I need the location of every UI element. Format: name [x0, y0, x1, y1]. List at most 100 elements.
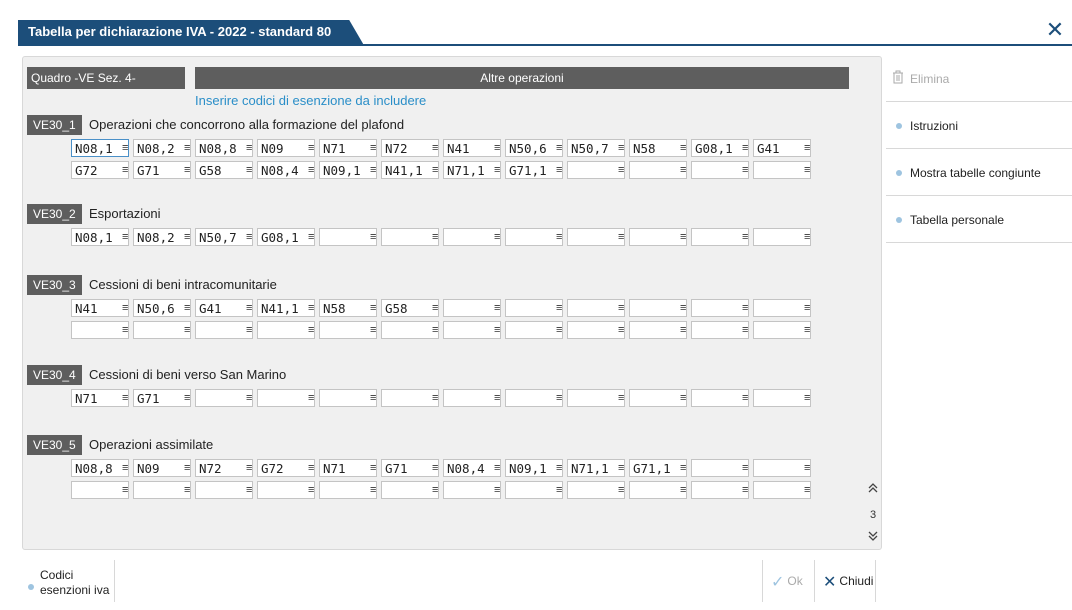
lookup-menu-icon[interactable]: ≡	[432, 321, 438, 339]
lookup-menu-icon[interactable]: ≡	[184, 228, 190, 246]
exemption-code-field[interactable]	[691, 481, 749, 499]
exemption-code-field[interactable]	[443, 299, 501, 317]
lookup-menu-icon[interactable]: ≡	[122, 481, 128, 499]
lookup-menu-icon[interactable]: ≡	[804, 459, 810, 477]
exemption-code-field[interactable]: N09	[133, 459, 191, 477]
exemption-code-field[interactable]: G08,1	[691, 139, 749, 157]
lookup-menu-icon[interactable]: ≡	[308, 321, 314, 339]
lookup-menu-icon[interactable]: ≡	[618, 321, 624, 339]
lookup-menu-icon[interactable]: ≡	[370, 299, 376, 317]
lookup-menu-icon[interactable]: ≡	[804, 481, 810, 499]
lookup-menu-icon[interactable]: ≡	[742, 299, 748, 317]
exemption-code-field[interactable]: G71,1	[629, 459, 687, 477]
lookup-menu-icon[interactable]: ≡	[556, 481, 562, 499]
lookup-menu-icon[interactable]: ≡	[122, 228, 128, 246]
exemption-code-field[interactable]	[319, 228, 377, 246]
lookup-menu-icon[interactable]: ≡	[184, 321, 190, 339]
exemption-code-field[interactable]: N08,2	[133, 139, 191, 157]
scroll-down-icon[interactable]	[865, 529, 881, 546]
lookup-menu-icon[interactable]: ≡	[742, 481, 748, 499]
lookup-menu-icon[interactable]: ≡	[618, 161, 624, 179]
exemption-code-field[interactable]: G58	[195, 161, 253, 179]
exemption-code-field[interactable]	[691, 299, 749, 317]
lookup-menu-icon[interactable]: ≡	[184, 299, 190, 317]
exemption-code-field[interactable]	[381, 321, 439, 339]
scroll-up-icon[interactable]	[865, 481, 881, 498]
lookup-menu-icon[interactable]: ≡	[556, 161, 562, 179]
lookup-menu-icon[interactable]: ≡	[122, 161, 128, 179]
exemption-code-field[interactable]: G71,1	[505, 161, 563, 179]
lookup-menu-icon[interactable]: ≡	[494, 459, 500, 477]
exemption-code-field[interactable]	[567, 161, 625, 179]
lookup-menu-icon[interactable]: ≡	[122, 389, 128, 407]
elimina-button[interactable]: Elimina	[886, 56, 1072, 102]
exemption-code-field[interactable]	[753, 299, 811, 317]
ok-button[interactable]: ✓ Ok	[762, 560, 812, 602]
lookup-menu-icon[interactable]: ≡	[184, 139, 190, 157]
lookup-menu-icon[interactable]: ≡	[618, 228, 624, 246]
lookup-menu-icon[interactable]: ≡	[556, 389, 562, 407]
lookup-menu-icon[interactable]: ≡	[370, 481, 376, 499]
lookup-menu-icon[interactable]: ≡	[246, 481, 252, 499]
lookup-menu-icon[interactable]: ≡	[308, 459, 314, 477]
exemption-code-field[interactable]: N50,7	[195, 228, 253, 246]
exemption-code-field[interactable]: N50,6	[133, 299, 191, 317]
exemption-code-field[interactable]	[443, 389, 501, 407]
lookup-menu-icon[interactable]: ≡	[432, 481, 438, 499]
lookup-menu-icon[interactable]: ≡	[804, 139, 810, 157]
lookup-menu-icon[interactable]: ≡	[370, 459, 376, 477]
codici-esenzioni-button[interactable]: Codici esenzioni iva	[22, 560, 115, 602]
lookup-menu-icon[interactable]: ≡	[742, 389, 748, 407]
exemption-code-field[interactable]	[691, 228, 749, 246]
lookup-menu-icon[interactable]: ≡	[432, 228, 438, 246]
exemption-code-field[interactable]	[443, 228, 501, 246]
lookup-menu-icon[interactable]: ≡	[494, 139, 500, 157]
exemption-code-field[interactable]	[505, 321, 563, 339]
lookup-menu-icon[interactable]: ≡	[556, 139, 562, 157]
lookup-menu-icon[interactable]: ≡	[556, 459, 562, 477]
lookup-menu-icon[interactable]: ≡	[618, 139, 624, 157]
lookup-menu-icon[interactable]: ≡	[432, 299, 438, 317]
exemption-code-field[interactable]	[505, 299, 563, 317]
lookup-menu-icon[interactable]: ≡	[184, 459, 190, 477]
exemption-code-field[interactable]	[753, 228, 811, 246]
lookup-menu-icon[interactable]: ≡	[308, 161, 314, 179]
exemption-code-field[interactable]	[381, 389, 439, 407]
lookup-menu-icon[interactable]: ≡	[370, 321, 376, 339]
exemption-code-field[interactable]	[71, 321, 129, 339]
exemption-code-field[interactable]: G71	[133, 161, 191, 179]
exemption-code-field[interactable]	[195, 389, 253, 407]
lookup-menu-icon[interactable]: ≡	[804, 321, 810, 339]
exemption-code-field[interactable]	[567, 321, 625, 339]
exemption-code-field[interactable]	[505, 228, 563, 246]
exemption-code-field[interactable]	[691, 389, 749, 407]
exemption-code-field[interactable]: N71,1	[443, 161, 501, 179]
exemption-code-field[interactable]	[319, 481, 377, 499]
exemption-code-field[interactable]	[381, 481, 439, 499]
exemption-code-field[interactable]: N08,8	[71, 459, 129, 477]
lookup-menu-icon[interactable]: ≡	[742, 459, 748, 477]
lookup-menu-icon[interactable]: ≡	[680, 321, 686, 339]
exemption-code-field[interactable]: G71	[381, 459, 439, 477]
lookup-menu-icon[interactable]: ≡	[804, 299, 810, 317]
lookup-menu-icon[interactable]: ≡	[556, 321, 562, 339]
lookup-menu-icon[interactable]: ≡	[742, 321, 748, 339]
exemption-code-field[interactable]: N09,1	[505, 459, 563, 477]
exemption-code-field[interactable]: N41	[443, 139, 501, 157]
tabella-personale-button[interactable]: Tabella personale	[886, 197, 1072, 243]
lookup-menu-icon[interactable]: ≡	[680, 459, 686, 477]
exemption-code-field[interactable]: N58	[319, 299, 377, 317]
lookup-menu-icon[interactable]: ≡	[680, 481, 686, 499]
exemption-code-field[interactable]	[691, 459, 749, 477]
exemption-code-field[interactable]	[567, 481, 625, 499]
exemption-code-field[interactable]: N72	[195, 459, 253, 477]
exemption-code-field[interactable]	[629, 389, 687, 407]
lookup-menu-icon[interactable]: ≡	[246, 299, 252, 317]
exemption-code-field[interactable]	[753, 161, 811, 179]
lookup-menu-icon[interactable]: ≡	[308, 228, 314, 246]
lookup-menu-icon[interactable]: ≡	[680, 228, 686, 246]
exemption-code-field[interactable]	[567, 389, 625, 407]
lookup-menu-icon[interactable]: ≡	[556, 228, 562, 246]
lookup-menu-icon[interactable]: ≡	[432, 139, 438, 157]
exemption-code-field[interactable]: N72	[381, 139, 439, 157]
